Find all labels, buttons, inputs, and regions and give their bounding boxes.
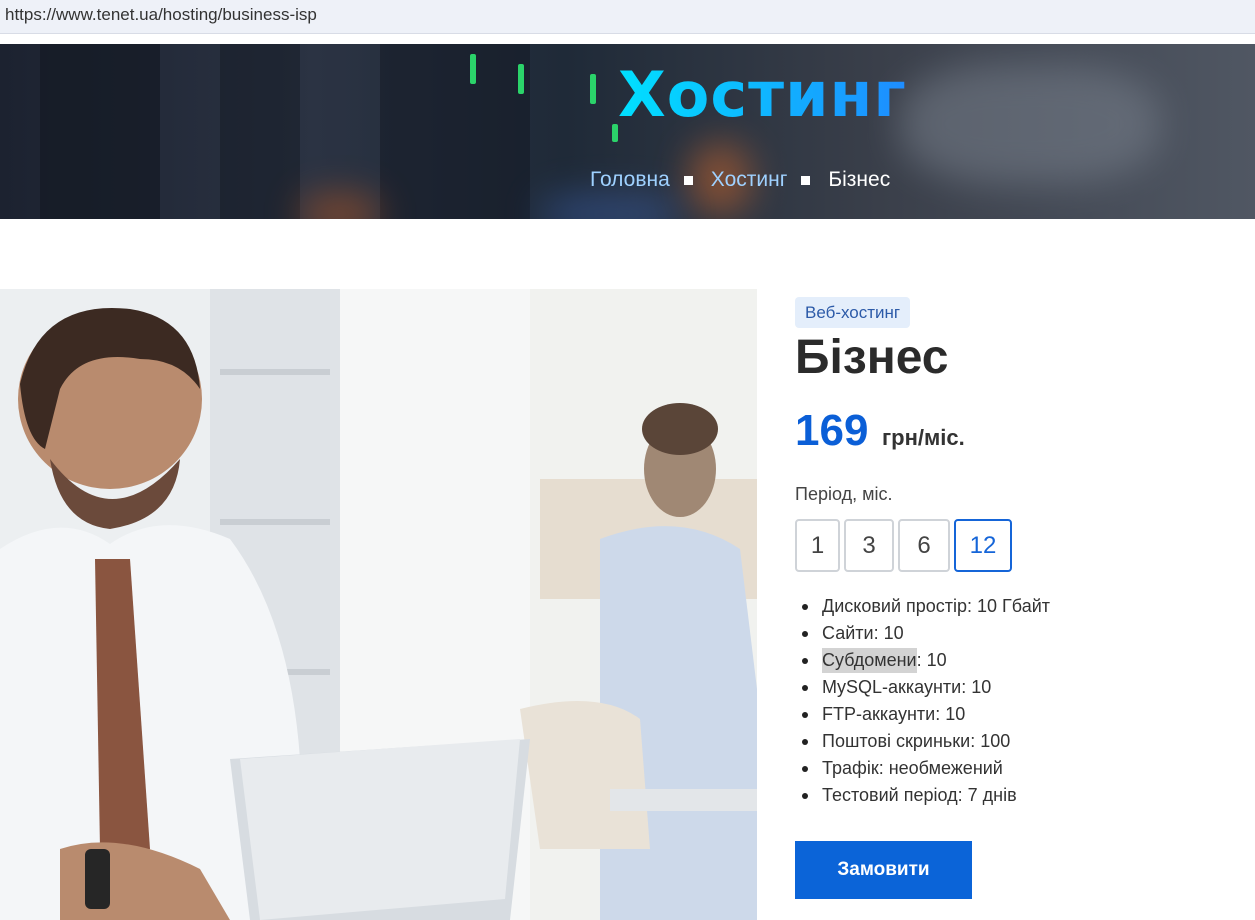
hero-banner: Хостинг Головна Хостинг Бізнес xyxy=(0,44,1255,219)
list-item: Сайти: 10 xyxy=(800,620,1050,647)
list-item: Субдомени: 10 xyxy=(800,647,1050,674)
bullet-icon xyxy=(802,738,808,745)
feature-key: Трафік xyxy=(822,758,879,778)
feature-key: MySQL-аккаунти xyxy=(822,677,962,697)
period-label: Період, міс. xyxy=(795,484,893,504)
feature-value: : 10 xyxy=(935,704,966,724)
decorative-glow xyxy=(900,64,1160,184)
category-badge: Веб-хостинг xyxy=(795,297,911,328)
feature-key: Сайти xyxy=(822,623,874,643)
feature-key: Дисковий простір xyxy=(822,596,968,616)
period-option-1[interactable]: 1 xyxy=(795,519,840,572)
bullet-icon xyxy=(802,765,808,772)
led-light xyxy=(518,64,524,94)
divider xyxy=(0,34,1255,44)
address-bar-url[interactable]: https://www.tenet.ua/hosting/business-is… xyxy=(5,5,317,25)
order-button[interactable]: Замовити xyxy=(795,841,972,899)
period-option-12[interactable]: 12 xyxy=(954,519,1012,572)
list-item: MySQL-аккаунти: 10 xyxy=(800,674,1050,701)
period-option-3[interactable]: 3 xyxy=(844,519,894,572)
bullet-icon xyxy=(802,684,808,691)
list-item: Трафік: необмежений xyxy=(800,755,1050,782)
feature-value: : необмежений xyxy=(878,758,1003,778)
breadcrumb-separator-icon xyxy=(801,175,811,185)
server-rack-graphic xyxy=(380,44,530,219)
feature-value: : 7 днів xyxy=(957,785,1017,805)
breadcrumb-hosting-link[interactable]: Хостинг xyxy=(711,168,788,192)
bullet-icon xyxy=(802,657,808,664)
product-title: Бізнес xyxy=(795,331,949,384)
breadcrumb-current: Бізнес xyxy=(828,168,891,191)
list-item: Дисковий простір: 10 Гбайт xyxy=(800,593,1050,620)
feature-value: : 10 xyxy=(873,623,904,643)
led-light xyxy=(470,54,476,84)
feature-value: : 10 Гбайт xyxy=(967,596,1051,616)
feature-value: : 10 xyxy=(916,650,947,670)
bullet-icon xyxy=(802,711,808,718)
breadcrumb-home-link[interactable]: Головна xyxy=(590,168,670,192)
feature-value: : 100 xyxy=(970,731,1011,751)
breadcrumb: Головна Хостинг Бізнес xyxy=(590,168,890,192)
server-rack-graphic xyxy=(40,44,160,219)
feature-key: FTP-аккаунти xyxy=(822,704,936,724)
period-option-6[interactable]: 6 xyxy=(898,519,950,572)
decorative-glow xyxy=(300,194,380,219)
decorative-glow xyxy=(540,194,680,219)
feature-value: : 10 xyxy=(961,677,992,697)
breadcrumb-separator-icon xyxy=(683,175,693,185)
feature-key-highlighted: Субдомени xyxy=(822,648,917,673)
feature-key: Тестовий період xyxy=(822,785,958,805)
bullet-icon xyxy=(802,603,808,610)
address-bar[interactable]: https://www.tenet.ua/hosting/business-is… xyxy=(0,0,1255,34)
features-list: Дисковий простір: 10 Гбайт Сайти: 10 Суб… xyxy=(800,593,1050,809)
bullet-icon xyxy=(802,630,808,637)
product-photo xyxy=(0,289,757,920)
led-light xyxy=(590,74,596,104)
bullet-icon xyxy=(802,792,808,799)
server-rack-graphic xyxy=(220,44,300,219)
period-selector: 1 3 6 12 xyxy=(795,519,1012,572)
page-title: Хостинг xyxy=(618,58,907,131)
feature-key: Поштові скриньки xyxy=(822,731,971,751)
list-item: Тестовий період: 7 днів xyxy=(800,782,1050,809)
list-item: Поштові скриньки: 100 xyxy=(800,728,1050,755)
price-value: 169 xyxy=(795,406,869,455)
price-unit: грн/міс. xyxy=(882,425,965,450)
businessman-photo xyxy=(0,289,757,920)
list-item: FTP-аккаунти: 10 xyxy=(800,701,1050,728)
